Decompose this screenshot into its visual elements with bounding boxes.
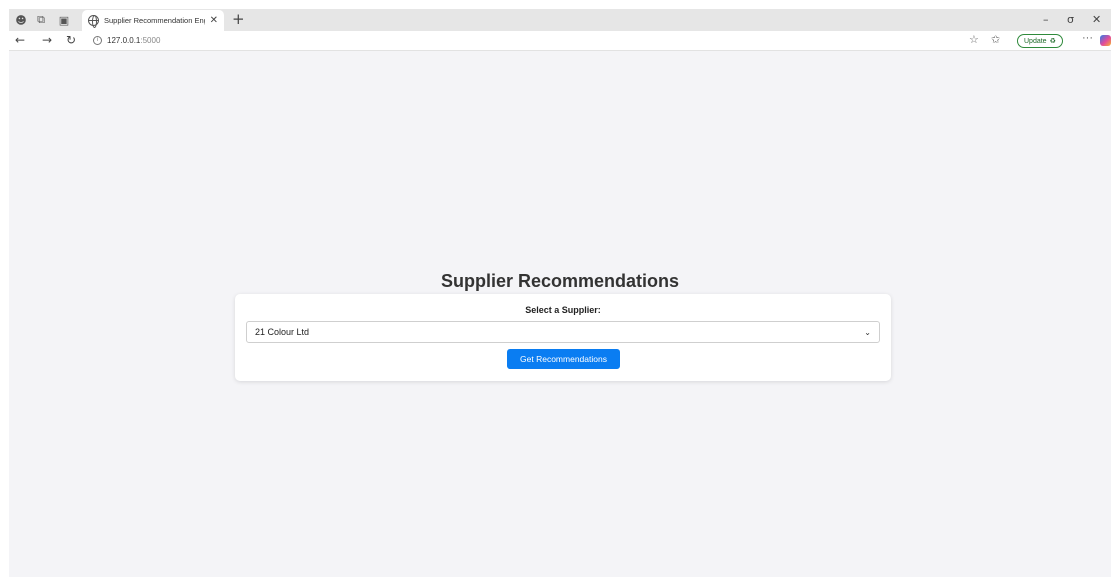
close-icon[interactable]: ✕ — [210, 15, 218, 26]
minimize-icon[interactable]: – — [1043, 13, 1049, 26]
tab-bar: ☻ ⧉ ▣ Supplier Recommendation Engine ✕ +… — [9, 9, 1111, 31]
favorite-star-icon[interactable]: ☆ — [969, 33, 979, 46]
refresh-icon[interactable]: ↻ — [66, 33, 76, 47]
update-label: Update — [1024, 37, 1047, 45]
collections-icon[interactable]: ⧉ — [33, 12, 49, 28]
address-bar-row: ← → ↻ i 127.0.0.1:5000 ☆ ✩ Update ♻ ··· — [9, 31, 1111, 51]
address-bar[interactable]: i 127.0.0.1:5000 — [89, 33, 969, 48]
page-title: Supplier Recommendations — [440, 271, 680, 291]
page-content: Supplier Recommendations Select a Suppli… — [9, 52, 1111, 577]
tab-title: Supplier Recommendation Engine — [104, 16, 205, 25]
chevron-down-icon: ⌄ — [864, 327, 871, 337]
tab-active[interactable]: Supplier Recommendation Engine ✕ — [82, 10, 224, 31]
globe-icon — [88, 15, 99, 28]
get-recommendations-button[interactable]: Get Recommendations — [507, 349, 620, 369]
update-button[interactable]: Update ♻ — [1017, 34, 1063, 48]
restore-icon[interactable]: σ — [1067, 13, 1074, 26]
window-close-icon[interactable]: ✕ — [1092, 13, 1101, 26]
back-icon[interactable]: ← — [15, 33, 25, 47]
selected-supplier: 21 Colour Ltd — [255, 327, 310, 337]
copilot-icon[interactable] — [1100, 35, 1111, 46]
profile-icon[interactable]: ☻ — [13, 12, 29, 28]
supplier-form-card: Select a Supplier: 21 Colour Ltd ⌄ Get R… — [235, 294, 891, 381]
new-tab-icon[interactable]: + — [232, 11, 245, 27]
forward-icon[interactable]: → — [42, 33, 52, 47]
info-icon[interactable]: i — [93, 36, 102, 45]
more-icon[interactable]: ··· — [1082, 32, 1093, 44]
browser-window: ☻ ⧉ ▣ Supplier Recommendation Engine ✕ +… — [9, 9, 1111, 577]
favorites-icon[interactable]: ✩ — [991, 33, 1000, 46]
supplier-select[interactable]: 21 Colour Ltd ⌄ — [246, 321, 880, 343]
select-supplier-label: Select a Supplier: — [525, 305, 601, 315]
update-icon: ♻ — [1049, 38, 1056, 45]
tab-actions-icon[interactable]: ▣ — [56, 12, 72, 28]
url-text[interactable]: 127.0.0.1:5000 — [107, 36, 160, 45]
